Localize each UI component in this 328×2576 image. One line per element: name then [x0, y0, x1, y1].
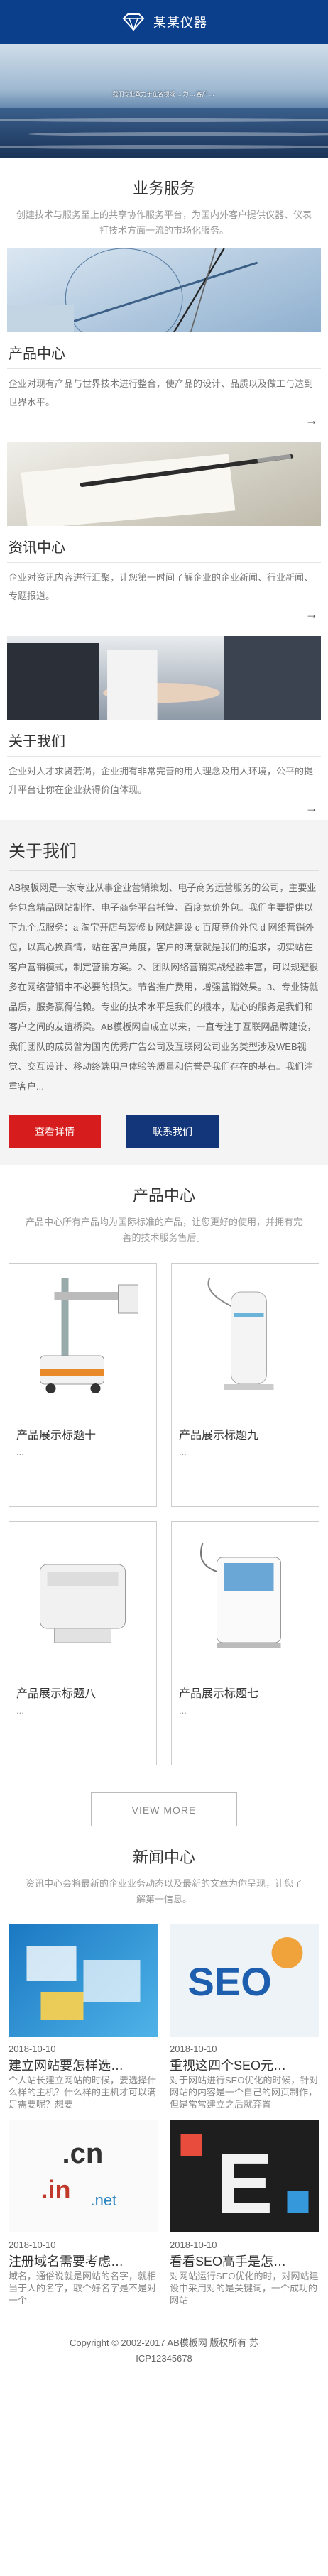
- seo-letters-illustration: E: [180, 2134, 309, 2231]
- icp-number: ICP12345678: [136, 2353, 192, 2364]
- banner-wave: [0, 118, 328, 122]
- header: 某某仪器: [0, 0, 328, 44]
- news-title-link[interactable]: 建立网站要怎样选…: [9, 2056, 158, 2074]
- product-summary: ...: [179, 1705, 187, 1716]
- business-title: 业务服务: [132, 180, 195, 197]
- xray-machine-illustration: [40, 1278, 138, 1393]
- news-date: 2018-10-10: [9, 2240, 56, 2250]
- business-list: 产品中心 企业对现有产品与世界技术进行整合，使产品的设计、品质以及做工与达到世界…: [0, 248, 328, 820]
- svg-text:SEO: SEO: [188, 1959, 272, 2004]
- product-card[interactable]: 产品展示标题七 ...: [171, 1521, 319, 1765]
- drafting-tools-illustration: [7, 248, 258, 332]
- business-item-desc: 企业对现有产品与世界技术进行整合，使产品的设计、品质以及做工与达到世界水平。: [9, 378, 314, 407]
- business-item-desc: 企业对人才求贤若渴，企业拥有非常完善的用人理念及用人环境，公平的提升平台让你在企…: [9, 766, 314, 795]
- domain-names-illustration: .cn .in .net: [41, 2138, 117, 2209]
- website-collage-illustration: [26, 1946, 141, 2020]
- view-more-button[interactable]: VIEW MORE: [91, 1792, 237, 1826]
- business-item-about[interactable]: 关于我们 企业对人才求贤若渴，企业拥有非常完善的用人理念及用人环境，公平的提升平…: [7, 636, 321, 820]
- product-summary: ...: [179, 1447, 187, 1457]
- news-section: 新闻中心 资讯中心会将最新的企业业务动态以及最新的文章为你呈现，让您了解第一信息…: [0, 1826, 328, 2306]
- arrow-right-icon[interactable]: →: [7, 412, 321, 432]
- product-image: [9, 1264, 156, 1405]
- news-image: SEO: [170, 1924, 319, 2037]
- news-item[interactable]: SEO 2018-10-10 重视这四个SEO元… 对于网站进行SEO优化的时候…: [170, 1924, 319, 2110]
- news-item[interactable]: 2018-10-10 建立网站要怎样选… 个人站长建立网站的时候，要选择什么样的…: [9, 1924, 158, 2110]
- business-desc: 创建技术与服务至上的共享协作服务平台，为国内外客户提供仪器、仪表打技术方面一流的…: [16, 209, 312, 236]
- business-item-title: 产品中心: [7, 332, 321, 369]
- business-image-pen: [7, 442, 321, 526]
- product-name: 产品展示标题十: [16, 1430, 97, 1442]
- news-title-link[interactable]: 注册域名需要考虑…: [9, 2252, 158, 2270]
- product-grid: 产品展示标题十 ... 产品展示标题九 ... 产品展示标题八 ... 产品展示…: [9, 1246, 319, 1765]
- beauty-device-illustration: [207, 1277, 274, 1390]
- hero-banner[interactable]: 我们专业致力于在各领域 ... 为 ... 客户 ...: [0, 44, 328, 158]
- product-name: 产品展示标题九: [179, 1430, 259, 1442]
- news-title-link[interactable]: 重视这四个SEO元…: [170, 2056, 319, 2074]
- product-name: 产品展示标题八: [16, 1688, 97, 1700]
- news-item[interactable]: E 2018-10-10 看看SEO高手是怎… 对网站运行SEO优化的时，对网站…: [170, 2120, 319, 2306]
- about-title: 关于我们: [9, 827, 319, 871]
- product-summary: ...: [16, 1705, 24, 1716]
- news-image: [9, 1924, 158, 2037]
- about-text: AB模板网是一家专业从事企业营销策划、电子商务运营服务的公司，主要业务包含精品网…: [9, 882, 319, 1092]
- products-title: 产品中心: [132, 1187, 195, 1205]
- contact-us-button[interactable]: 联系我们: [126, 1115, 219, 1148]
- about-section: 关于我们 AB模板网是一家专业从事企业营销策划、电子商务运营服务的公司，主要业务…: [0, 820, 328, 1165]
- product-card[interactable]: 产品展示标题九 ...: [171, 1263, 319, 1507]
- news-summary: 对网站运行SEO优化的时，对网站建设中采用对的是关键词，一个成功的网站: [170, 2271, 319, 2306]
- news-title: 新闻中心: [132, 1848, 195, 1866]
- business-image-handshake: [7, 636, 321, 720]
- product-image: [172, 1264, 319, 1405]
- banner-wave: [28, 132, 328, 136]
- news-grid: 2018-10-10 建立网站要怎样选… 个人站长建立网站的时候，要选择什么样的…: [9, 1907, 319, 2306]
- product-name: 产品展示标题七: [179, 1688, 259, 1700]
- svg-text:.in: .in: [41, 2175, 71, 2204]
- business-item-products[interactable]: 产品中心 企业对现有产品与世界技术进行整合，使产品的设计、品质以及做工与达到世界…: [7, 248, 321, 432]
- business-image-drafting: [7, 248, 321, 332]
- news-date: 2018-10-10: [170, 2044, 217, 2054]
- copyright-text: Copyright © 2002-2017 AB模板网 版权所有 苏: [69, 2337, 259, 2348]
- news-image: E: [170, 2120, 319, 2232]
- news-image: .cn .in .net: [9, 2120, 158, 2232]
- business-people-illustration: [7, 636, 321, 720]
- banner-caption: 我们专业致力于在各领域 ... 为 ... 客户 ...: [112, 91, 214, 97]
- footer: Copyright © 2002-2017 AB模板网 版权所有 苏 ICP12…: [0, 2325, 328, 2381]
- svg-text:.cn: .cn: [62, 2138, 104, 2169]
- news-summary: 个人站长建立网站的时候，要选择什么样的主机？什么样的主机才可以满足需要呢？想要: [9, 2075, 157, 2110]
- product-card[interactable]: 产品展示标题十 ...: [9, 1263, 157, 1507]
- about-buttons: 查看详情 联系我们: [9, 1097, 319, 1148]
- business-item-title: 资讯中心: [7, 526, 321, 563]
- product-image: [9, 1522, 156, 1664]
- svg-text:E: E: [217, 2136, 273, 2231]
- news-title-link[interactable]: 看看SEO高手是怎…: [170, 2252, 319, 2270]
- laser-device-illustration: [200, 1542, 281, 1648]
- arrow-right-icon[interactable]: →: [7, 799, 321, 820]
- svg-text:.net: .net: [91, 2191, 117, 2209]
- product-image: [172, 1522, 319, 1664]
- news-summary: 域名，通俗说就是网站的名字，就相当于人的名字，取个好名字是不是对一个: [9, 2271, 157, 2306]
- products-desc: 产品中心所有产品均为国际标准的产品，让您更好的使用，并拥有完善的技术服务售后。: [25, 1217, 302, 1243]
- diamond-logo-icon: [122, 13, 145, 31]
- news-summary: 对于网站进行SEO优化的时候，针对网站的内容是一个自己的网页制作，但是常常建立之…: [170, 2075, 319, 2110]
- news-date: 2018-10-10: [170, 2240, 217, 2250]
- business-item-desc: 企业对资讯内容进行汇聚，让您第一时间了解企业的企业新闻、行业新闻、专题报道。: [9, 572, 314, 601]
- business-item-title: 关于我们: [7, 720, 321, 757]
- news-item[interactable]: .cn .in .net 2018-10-10 注册域名需要考虑… 域名，通俗说…: [9, 2120, 158, 2306]
- brand-name: 某某仪器: [153, 16, 207, 30]
- seo-illustration: SEO: [188, 1937, 303, 2004]
- products-section: 产品中心 产品中心所有产品均为国际标准的产品，让您更好的使用，并拥有完善的技术服…: [0, 1165, 328, 1826]
- banner-wave: [0, 145, 328, 149]
- business-item-news[interactable]: 资讯中心 企业对资讯内容进行汇聚，让您第一时间了解企业的企业新闻、行业新闻、专题…: [7, 442, 321, 626]
- product-summary: ...: [16, 1447, 24, 1457]
- product-card[interactable]: 产品展示标题八 ...: [9, 1521, 157, 1765]
- news-desc: 资讯中心会将最新的企业业务动态以及最新的文章为你呈现，让您了解第一信息。: [25, 1878, 302, 1904]
- view-details-button[interactable]: 查看详情: [9, 1115, 101, 1148]
- pen-document-illustration: [21, 454, 294, 526]
- arrow-right-icon[interactable]: →: [7, 605, 321, 626]
- analyzer-illustration: [40, 1564, 126, 1643]
- news-date: 2018-10-10: [9, 2044, 56, 2054]
